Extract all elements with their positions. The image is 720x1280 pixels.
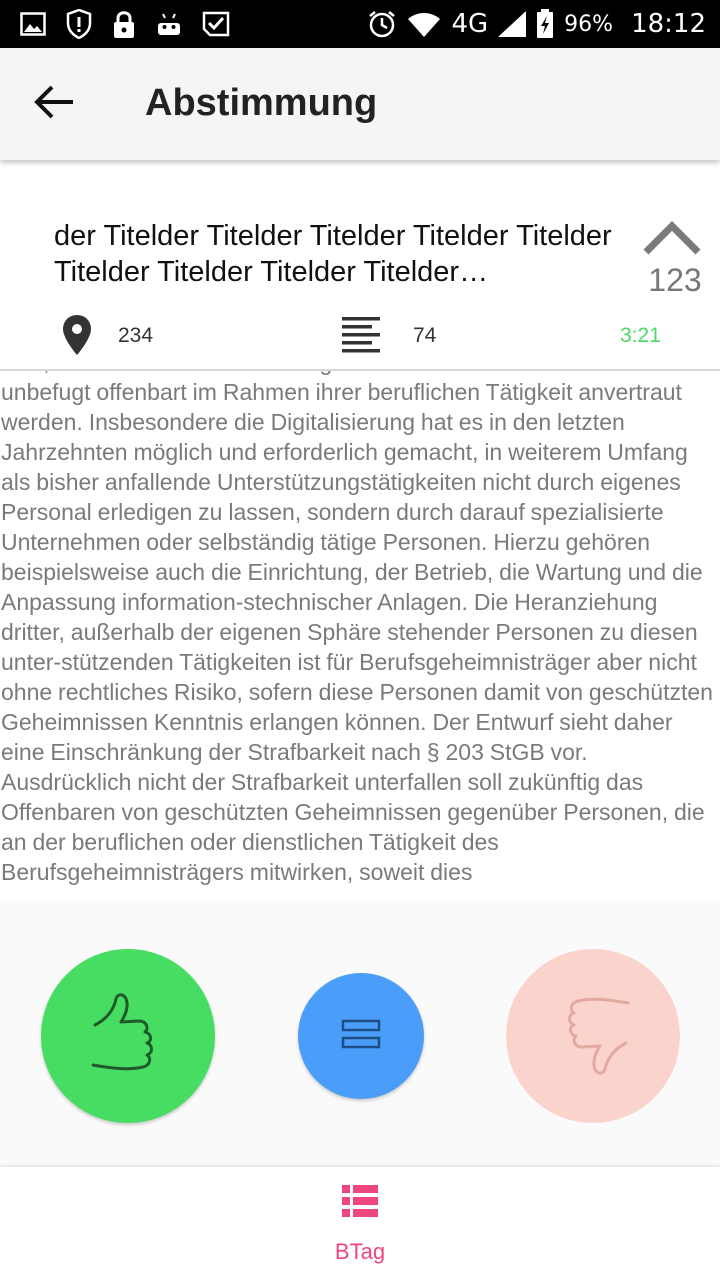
chevron-up-icon[interactable] xyxy=(642,220,702,261)
android-icon xyxy=(156,11,182,37)
page-title: Abstimmung xyxy=(145,82,378,124)
alarm-icon xyxy=(367,9,397,39)
signal-icon xyxy=(498,11,527,37)
list-icon xyxy=(342,1185,378,1219)
battery-percent: 96% xyxy=(564,11,614,37)
lock-icon xyxy=(112,9,136,39)
location-pin-icon xyxy=(62,314,92,361)
back-button[interactable] xyxy=(22,72,86,136)
lines-count: 74 xyxy=(413,324,437,347)
nav-item-btag[interactable]: BTag xyxy=(300,1185,420,1269)
network-type: 4G xyxy=(451,9,489,39)
proposal-text: sind, die ihnen bei der Ausübung des Ber… xyxy=(1,371,713,885)
app-bar: Abstimmung xyxy=(0,48,720,160)
status-bar: 4G 96% 18:12 xyxy=(0,0,720,48)
arrow-left-icon xyxy=(33,84,75,125)
status-bar-system: 4G 96% 18:12 xyxy=(367,8,706,40)
proposal-text-scroll[interactable]: sind, die ihnen bei der Ausübung des Ber… xyxy=(0,371,720,903)
vote-neutral-button[interactable] xyxy=(298,973,424,1099)
meta-row: 234 74 3:21 xyxy=(0,310,720,360)
upvote-control[interactable]: 123 xyxy=(640,220,710,300)
time-remaining: 3:21 xyxy=(620,324,661,347)
bottom-nav: BTag xyxy=(0,1167,720,1280)
wifi-icon xyxy=(407,11,441,37)
clock: 18:12 xyxy=(631,9,706,39)
status-bar-notifications xyxy=(20,8,230,40)
equals-icon xyxy=(341,1019,381,1054)
vote-yes-button[interactable] xyxy=(41,949,215,1123)
nav-label: BTag xyxy=(334,1239,386,1264)
item-title: der Titelder Titelder Titelder Titelder … xyxy=(54,220,612,288)
image-icon xyxy=(20,11,46,37)
thumbs-down-icon xyxy=(550,991,636,1082)
item-header: der Titelder Titelder Titelder Titelder … xyxy=(0,160,720,370)
shield-alert-icon xyxy=(66,9,92,39)
vote-no-button[interactable] xyxy=(506,949,680,1123)
upvote-count: 123 xyxy=(648,262,702,298)
vote-area xyxy=(0,903,720,1167)
location-count: 234 xyxy=(118,324,154,347)
battery-charging-icon xyxy=(536,9,554,39)
thumbs-up-icon xyxy=(85,991,171,1082)
text-lines-icon xyxy=(342,316,380,359)
check-badge-icon xyxy=(202,11,230,37)
